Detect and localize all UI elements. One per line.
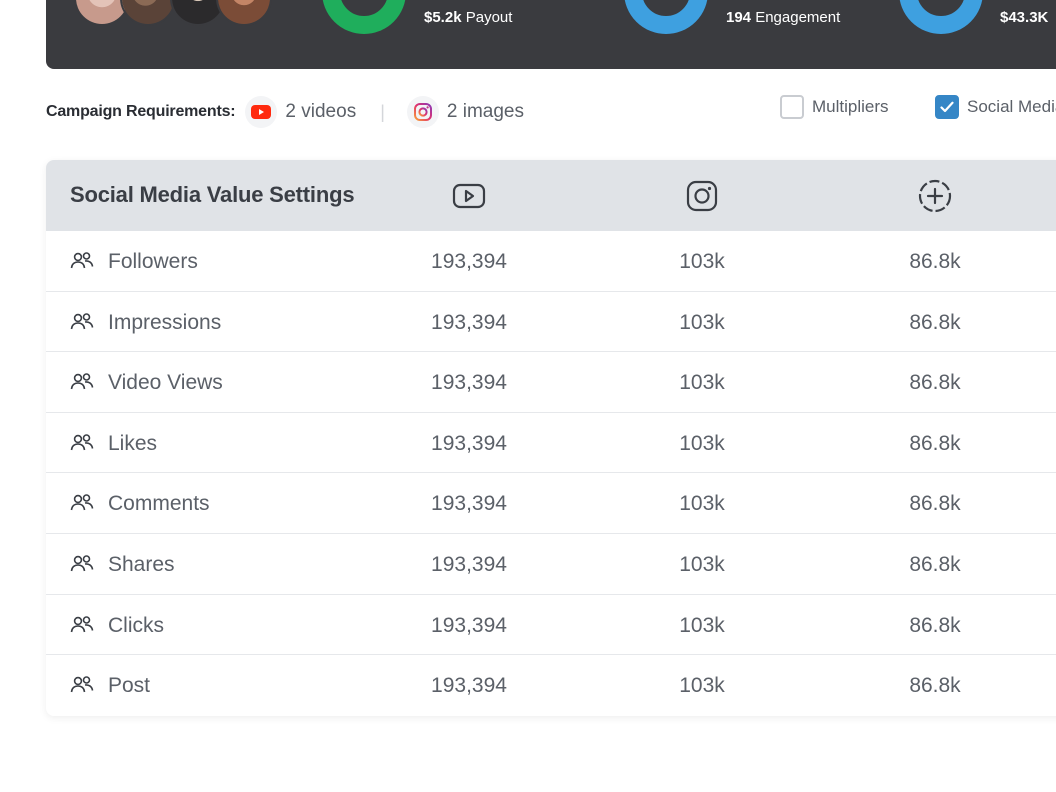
users-icon	[70, 433, 94, 453]
value-cell[interactable]: 193,394	[389, 614, 549, 638]
value-cell[interactable]: 103k	[622, 311, 782, 335]
payout-stat: $5.2k Payout	[424, 9, 512, 26]
value-cell[interactable]: 103k	[622, 432, 782, 456]
engagement-stat: 194 Engagement	[726, 9, 840, 26]
requirement-images: 2 images	[406, 96, 524, 128]
checkbox-box[interactable]	[780, 95, 804, 119]
payout-label: Payout	[465, 9, 513, 26]
value-cell[interactable]: 193,394	[389, 674, 549, 698]
users-icon	[70, 493, 94, 513]
users-icon	[70, 312, 94, 332]
users-icon	[70, 251, 94, 271]
users-icon	[70, 675, 94, 695]
value-stat: $43.3K	[1000, 9, 1048, 26]
multipliers-label: Multipliers	[812, 97, 889, 116]
row-label: Likes	[108, 431, 158, 455]
value-cell[interactable]: 86.8k	[855, 311, 1015, 335]
value-cell[interactable]: 103k	[622, 250, 782, 274]
row-label: Video Views	[108, 371, 223, 395]
checkmark-icon	[940, 101, 954, 113]
value-cell[interactable]: 86.8k	[855, 432, 1015, 456]
value-cell[interactable]: 86.8k	[855, 674, 1015, 698]
youtube-icon	[245, 96, 278, 128]
engagement-value: 194	[726, 9, 752, 26]
table-row[interactable]: Likes 193,394 103k 86.8k	[46, 413, 1056, 474]
value-cell[interactable]: 193,394	[389, 492, 549, 516]
value-cell[interactable]: 86.8k	[855, 250, 1015, 274]
table-row[interactable]: Shares 193,394 103k 86.8k	[46, 534, 1056, 595]
avatar[interactable]	[216, 0, 272, 26]
users-icon	[70, 372, 94, 392]
value-cell[interactable]: 103k	[622, 492, 782, 516]
value-cell[interactable]: 193,394	[389, 371, 549, 395]
add-platform-icon[interactable]	[918, 179, 952, 213]
value-cell[interactable]: 193,394	[389, 311, 549, 335]
campaign-requirements: Campaign Requirements: 2 videos | 2 imag…	[46, 96, 524, 128]
value-cell[interactable]: 193,394	[389, 553, 549, 577]
row-label: Comments	[108, 492, 210, 516]
row-label: Impressions	[108, 310, 222, 334]
instagram-outline-icon	[685, 179, 719, 213]
payout-value: $5.2k	[424, 9, 462, 26]
social-media-checkbox[interactable]: Social Media	[935, 94, 1056, 120]
requirements-separator: |	[380, 101, 385, 122]
row-label: Shares	[108, 552, 175, 576]
row-label: Clicks	[108, 613, 164, 637]
multipliers-checkbox[interactable]: Multipliers	[780, 94, 889, 120]
value-amount: $43.3K	[1000, 9, 1049, 26]
table-row[interactable]: Video Views 193,394 103k 86.8k	[46, 352, 1056, 413]
requirement-videos-text: 2 videos	[285, 101, 357, 122]
value-cell[interactable]: 86.8k	[855, 492, 1015, 516]
value-cell[interactable]: 86.8k	[855, 614, 1015, 638]
row-label: Followers	[108, 250, 198, 273]
checkbox-box-checked[interactable]	[935, 95, 959, 119]
value-donut-chart	[899, 0, 983, 34]
requirement-videos: 2 videos	[245, 96, 356, 128]
row-label: Post	[108, 674, 151, 698]
youtube-outline-icon	[452, 179, 486, 213]
table-row[interactable]: Impressions 193,394 103k 86.8k	[46, 292, 1056, 353]
value-cell[interactable]: 193,394	[389, 250, 549, 274]
avatar[interactable]	[120, 0, 176, 26]
table-row[interactable]: Comments 193,394 103k 86.8k	[46, 473, 1056, 534]
value-cell[interactable]: 193,394	[389, 432, 549, 456]
value-cell[interactable]: 103k	[622, 371, 782, 395]
engagement-donut-chart	[624, 0, 708, 34]
campaign-summary-banner: $5.2k Payout 194 Engagement $43.3K	[46, 0, 1056, 69]
table-row[interactable]: Followers 193,394 103k 86.8k	[46, 231, 1056, 292]
engagement-label: Engagement	[755, 9, 841, 26]
users-icon	[70, 554, 94, 574]
social-media-value-table: Social Media Value Settings Followers 193…	[46, 160, 1056, 716]
value-cell[interactable]: 103k	[622, 674, 782, 698]
table-header: Social Media Value Settings	[46, 160, 1056, 231]
social-media-label: Social Media	[967, 97, 1056, 116]
value-cell[interactable]: 86.8k	[855, 371, 1015, 395]
value-cell[interactable]: 103k	[622, 553, 782, 577]
users-icon	[70, 615, 94, 635]
payout-donut-chart	[322, 0, 406, 34]
requirements-title: Campaign Requirements:	[46, 103, 236, 120]
value-cell[interactable]: 103k	[622, 614, 782, 638]
requirement-images-text: 2 images	[446, 101, 524, 122]
table-row[interactable]: Clicks 193,394 103k 86.8k	[46, 595, 1056, 656]
instagram-icon	[406, 96, 439, 128]
table-title: Social Media Value Settings	[70, 182, 355, 207]
table-body: Followers 193,394 103k 86.8k Impressions 193,…	[46, 231, 1056, 716]
value-cell[interactable]: 86.8k	[855, 553, 1015, 577]
table-row[interactable]: Post 193,394 103k 86.8k	[46, 655, 1056, 716]
